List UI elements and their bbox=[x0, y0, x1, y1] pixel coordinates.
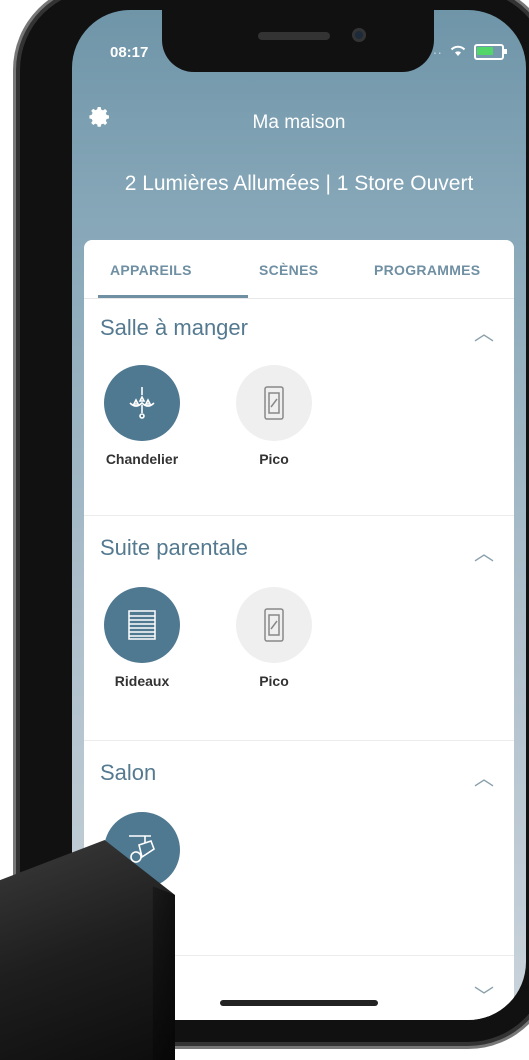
battery-icon bbox=[474, 44, 507, 60]
room-section-suite-parentale: Suite parentale ︿ Rideaux Pico bbox=[84, 535, 514, 741]
tab-programmes[interactable]: PROGRAMMES bbox=[374, 262, 480, 278]
status-icons: ···· bbox=[423, 44, 507, 60]
tab-appareils[interactable]: APPAREILS bbox=[110, 262, 192, 278]
chevron-up-icon[interactable]: ︿ bbox=[474, 537, 494, 566]
home-indicator[interactable] bbox=[220, 1000, 378, 1006]
notch bbox=[162, 10, 434, 72]
pico-remote-icon[interactable] bbox=[236, 587, 312, 663]
front-camera bbox=[352, 28, 366, 42]
active-tab-indicator bbox=[98, 295, 248, 298]
page-title: Ma maison bbox=[252, 112, 346, 133]
device-pico[interactable]: Pico bbox=[224, 587, 324, 689]
chevron-up-icon[interactable]: ︿ bbox=[474, 762, 494, 791]
device-pico[interactable]: Pico bbox=[224, 365, 324, 467]
section-title[interactable]: Suite parentale bbox=[100, 535, 248, 561]
tab-scenes[interactable]: SCÈNES bbox=[259, 262, 318, 278]
device-rideaux[interactable]: Rideaux bbox=[92, 587, 192, 689]
device-chandelier[interactable]: Chandelier bbox=[92, 365, 192, 467]
device-label: Pico bbox=[259, 673, 289, 689]
tab-bar: APPAREILS SCÈNES PROGRAMMES bbox=[84, 240, 514, 299]
device-label: Pico bbox=[259, 451, 289, 467]
speaker bbox=[258, 32, 330, 40]
chandelier-icon[interactable] bbox=[104, 365, 180, 441]
shade-icon[interactable] bbox=[104, 587, 180, 663]
room-section-salle-a-manger: Salle à manger ︿ Chandelier Pico bbox=[84, 315, 514, 516]
section-title[interactable]: Salon bbox=[100, 760, 156, 786]
wifi-icon bbox=[450, 44, 466, 60]
pico-remote-icon[interactable] bbox=[236, 365, 312, 441]
chevron-up-icon[interactable]: ︿ bbox=[474, 317, 494, 346]
section-title[interactable]: Salle à manger bbox=[100, 315, 248, 341]
device-label: Rideaux bbox=[114, 673, 170, 689]
status-time: 08:17 bbox=[110, 44, 149, 61]
chevron-down-icon[interactable]: ﹀ bbox=[474, 980, 494, 1009]
status-summary: 2 Lumières Allumées | 1 Store Ouvert bbox=[124, 172, 474, 195]
device-label: Chandelier bbox=[105, 451, 179, 467]
